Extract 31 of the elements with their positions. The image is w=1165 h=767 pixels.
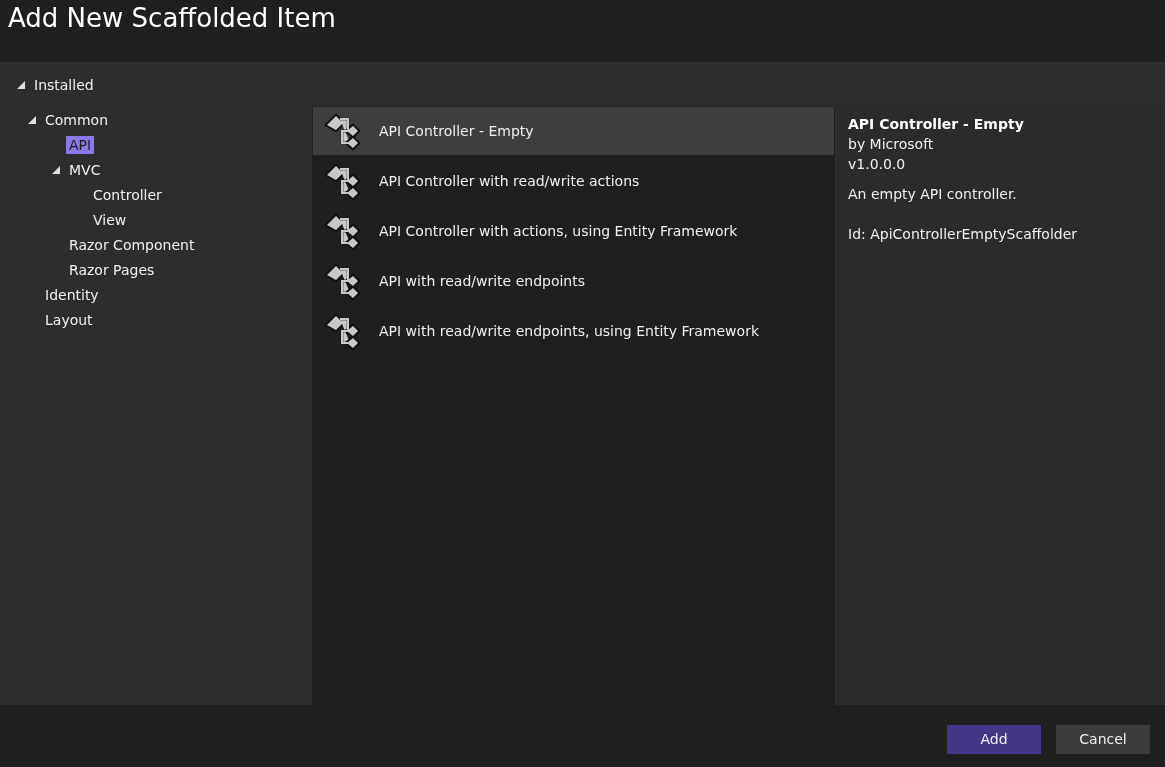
tree-item[interactable]: Installed xyxy=(34,77,94,93)
template-icon xyxy=(324,261,362,301)
expanded-arrow-icon[interactable] xyxy=(52,165,60,174)
tree-item[interactable]: MVC xyxy=(66,160,104,179)
template-item[interactable]: API Controller - Empty xyxy=(313,107,834,155)
tree-item[interactable]: View xyxy=(90,210,130,229)
tree-item[interactable]: API xyxy=(66,135,95,154)
template-item[interactable]: API with read/write endpoints, using Entity Framework xyxy=(313,307,834,355)
tree-item[interactable]: Controller xyxy=(90,185,165,204)
tree-item[interactable]: Razor Pages xyxy=(66,260,158,279)
template-item[interactable]: API with read/write endpoints xyxy=(313,257,834,305)
tree-item[interactable]: Razor Component xyxy=(66,235,198,254)
author-text: by Microsoft xyxy=(848,135,935,154)
template-icon xyxy=(324,211,362,251)
version-text: v1.0.0.0 xyxy=(848,155,907,174)
dialog-title: Add New Scaffolded Item xyxy=(8,3,336,33)
template-icon xyxy=(324,111,362,151)
tree-item[interactable]: Identity xyxy=(42,285,102,304)
description-text: An empty API controller. xyxy=(848,185,1018,204)
template-icon xyxy=(324,161,362,201)
tree-item[interactable]: Common xyxy=(42,110,112,129)
cancel-button[interactable]: Cancel xyxy=(1056,724,1150,754)
add-button[interactable]: Add xyxy=(947,724,1041,754)
template-title: API Controller - Empty xyxy=(848,115,1025,134)
id-text: Id: ApiControllerEmptyScaffolder xyxy=(848,225,1079,244)
template-item[interactable]: API Controller with actions, using Entity Framework xyxy=(313,207,834,255)
template-icon xyxy=(324,311,362,351)
expanded-arrow-icon[interactable] xyxy=(17,81,25,89)
expanded-arrow-icon[interactable] xyxy=(28,115,36,124)
tree-item[interactable]: Layout xyxy=(42,310,96,329)
template-item[interactable]: API Controller with read/write actions xyxy=(313,157,834,205)
